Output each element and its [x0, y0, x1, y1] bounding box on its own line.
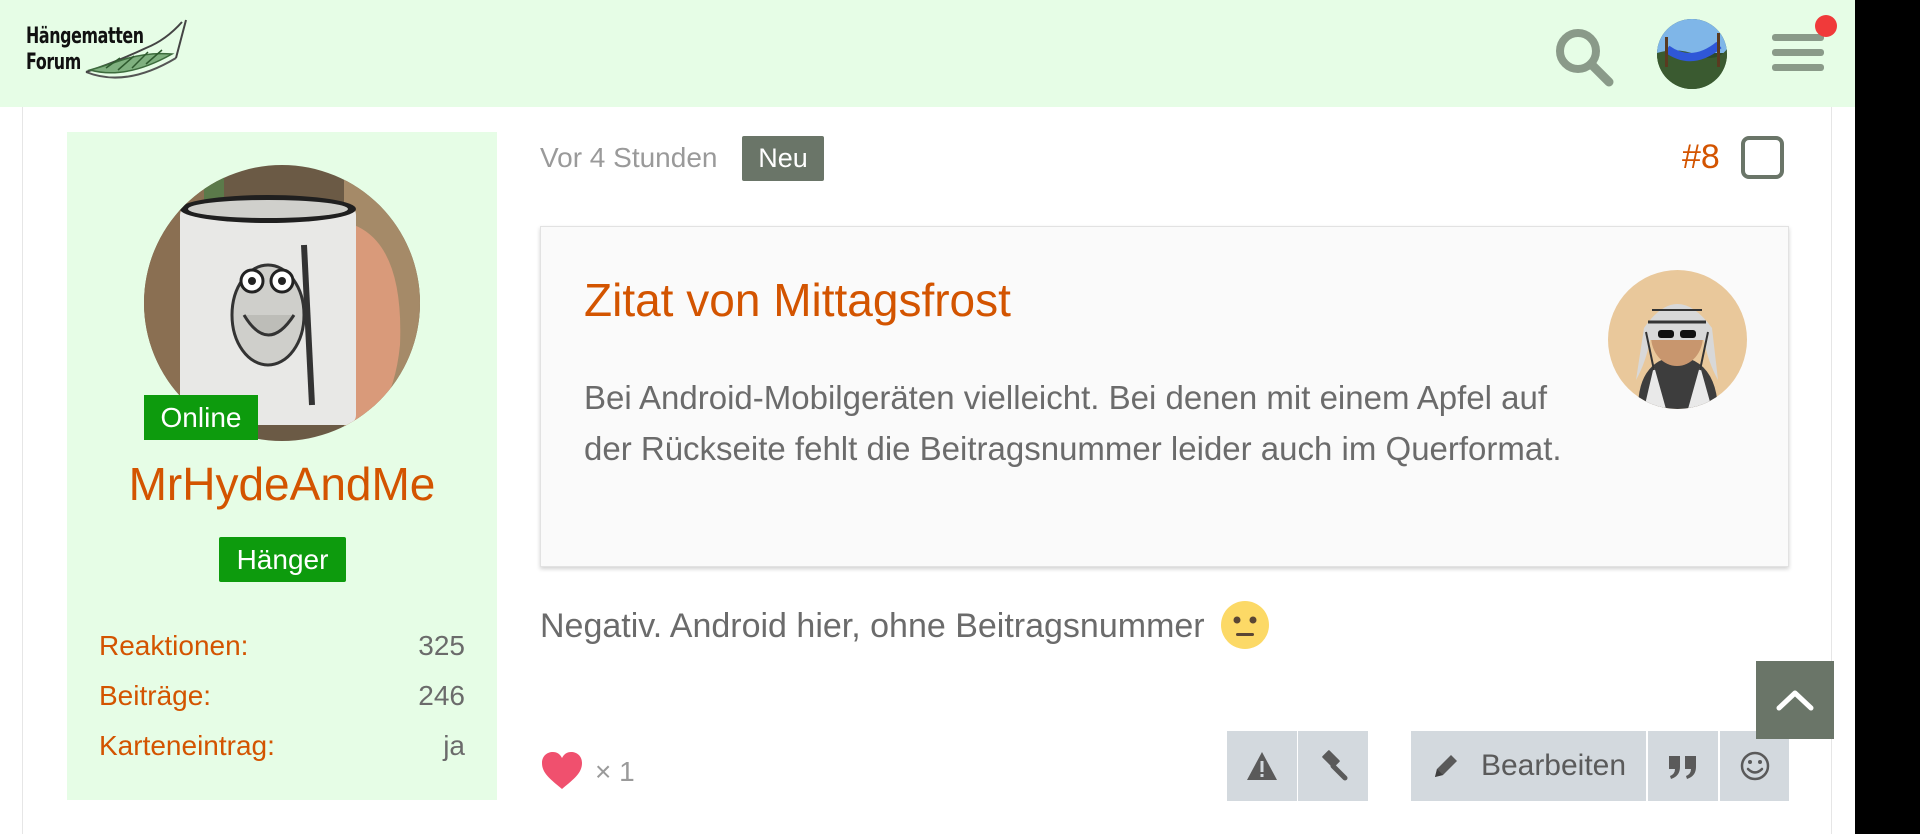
post-text: Negativ. Android hier, ohne Beitragsnumm…	[540, 607, 1205, 645]
warning-icon	[1247, 752, 1277, 780]
scroll-to-top-button[interactable]	[1756, 661, 1834, 739]
online-status-badge: Online	[144, 395, 258, 440]
stat-label[interactable]: Karteneintrag	[99, 730, 267, 761]
heart-icon[interactable]	[540, 751, 584, 791]
top-header: Hängematten Forum	[0, 0, 1855, 107]
stat-row-map-entry: Karteneintrag: ja	[99, 726, 465, 766]
username-link[interactable]: MrHydeAndMe	[67, 457, 497, 511]
quote-block: Zitat von Mittagsfrost Bei Android-Mobil…	[540, 226, 1789, 567]
avatar-image	[1608, 270, 1747, 409]
stat-row-posts: Beiträge: 246	[99, 676, 465, 716]
stat-value: 325	[418, 630, 465, 661]
quote-button[interactable]	[1648, 731, 1718, 801]
stat-label[interactable]: Beiträge	[99, 680, 203, 711]
stat-value: 246	[418, 680, 465, 711]
search-icon[interactable]	[1553, 26, 1615, 88]
gavel-icon	[1322, 750, 1348, 781]
user-rank-badge: Hänger	[219, 537, 346, 582]
moderate-button[interactable]	[1298, 731, 1368, 801]
quote-icon	[1669, 756, 1696, 779]
stat-label[interactable]: Reaktionen	[99, 630, 241, 661]
post-timestamp[interactable]: Vor 4 Stunden	[540, 138, 717, 178]
edit-button[interactable]: Bearbeiten	[1411, 731, 1646, 801]
user-avatar-header[interactable]	[1657, 19, 1727, 89]
stat-value: ja	[443, 730, 465, 761]
smiley-icon	[1740, 751, 1769, 781]
chevron-up-icon	[1776, 690, 1814, 711]
user-sidebar: Online MrHydeAndMe Hänger Reaktionen: 32…	[67, 132, 497, 800]
new-badge: Neu	[742, 136, 824, 181]
post-body: Negativ. Android hier, ohne Beitragsnumm…	[540, 600, 1270, 652]
like-count[interactable]: × 1	[595, 754, 635, 790]
hammock-logo-icon	[85, 19, 187, 79]
report-button[interactable]	[1227, 731, 1297, 801]
quote-title-link[interactable]: Zitat von Mittagsfrost	[584, 272, 1011, 328]
avatar-image	[1657, 19, 1727, 89]
notification-dot	[1815, 15, 1837, 37]
screen-edge	[1855, 0, 1920, 834]
pencil-icon	[1434, 755, 1457, 777]
quoted-user-avatar[interactable]	[1608, 270, 1747, 409]
post-number-link[interactable]: #8	[1682, 137, 1720, 177]
hamburger-menu-icon[interactable]	[1770, 28, 1826, 78]
neutral-face-emoji	[1221, 601, 1270, 650]
post-select-checkbox[interactable]	[1741, 136, 1784, 179]
react-button[interactable]	[1720, 731, 1789, 801]
forum-logo[interactable]: Hängematten Forum	[26, 18, 190, 88]
quote-text: Bei Android-Mobilgeräten vielleicht. Bei…	[584, 379, 1562, 467]
stat-row-reactions: Reaktionen: 325	[99, 626, 465, 666]
edit-button-label: Bearbeiten	[1480, 749, 1627, 782]
